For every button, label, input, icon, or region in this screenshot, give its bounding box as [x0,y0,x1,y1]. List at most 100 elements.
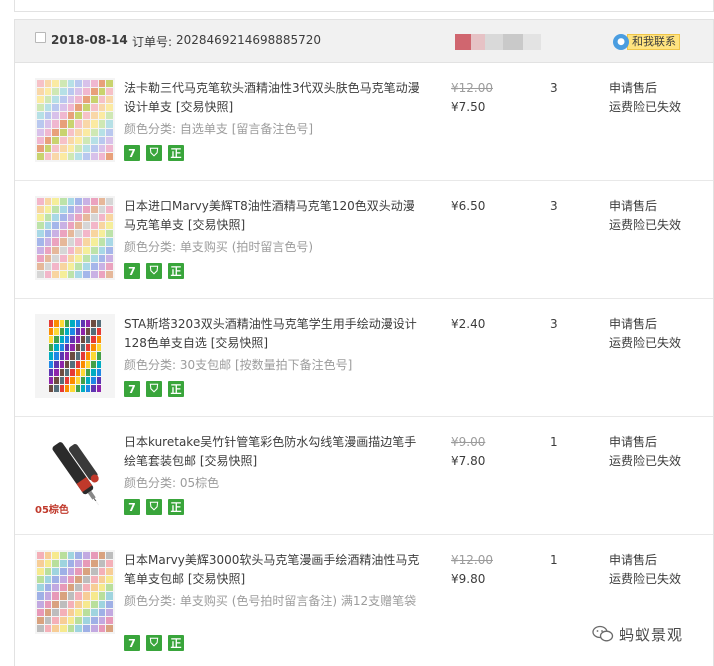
buyer-protection-icon[interactable]: ⛉ [146,381,162,397]
request-after-sales-link[interactable]: 申请售后 [609,315,689,334]
trade-snapshot-link[interactable]: [交易快照] [188,218,245,232]
genuine-guarantee-icon[interactable]: 正 [168,499,184,515]
color-swatch [98,576,106,584]
product-title-link[interactable]: 日本kuretake吴竹针管笔彩色防水勾线笔漫画描边笔手绘笔套装包邮 [交易快照… [124,433,422,471]
order-item-row: 05棕色 日本kuretake吴竹针管笔彩色防水勾线笔漫画描边笔手绘笔套装包邮 … [15,417,713,535]
color-swatch [37,254,44,262]
color-swatch [83,600,90,608]
product-title-link[interactable]: STA斯塔3203双头酒精油性马克笔学生用手绘动漫设计128色单支自选 [交易快… [124,315,422,353]
color-swatch [52,552,60,560]
color-swatch [52,262,60,270]
color-swatch [60,560,67,568]
color-swatch [98,144,106,152]
genuine-guarantee-icon[interactable]: 正 [168,635,184,651]
product-title-link[interactable]: 法卡勒三代马克笔软头酒精油性3代双头肤色马克笔动漫设计单支 [交易快照] [124,79,422,117]
paid-price: ¥9.80 [451,572,486,586]
color-swatch [54,336,59,344]
order-select-checkbox[interactable] [35,32,46,43]
color-swatch [44,230,52,238]
color-swatch [44,600,52,608]
color-swatch [98,616,106,624]
color-swatch [60,144,67,152]
color-swatch [44,246,52,254]
product-title[interactable]: 日本进口Marvy美辉T8油性酒精马克笔120色双头动漫马克笔单支 [124,199,415,232]
genuine-guarantee-icon[interactable]: 正 [168,263,184,279]
genuine-guarantee-icon[interactable]: 正 [168,381,184,397]
buyer-protection-icon[interactable]: ⛉ [146,263,162,279]
buyer-protection-icon[interactable]: ⛉ [146,499,162,515]
color-swatch [67,584,75,592]
product-title[interactable]: STA斯塔3203双头酒精油性马克笔学生用手绘动漫设计128色单支自选 [124,317,417,350]
color-swatch [44,152,52,160]
original-price: ¥12.00 [451,81,493,95]
color-swatch [106,206,113,214]
seven-day-return-icon[interactable]: 7 [124,381,140,397]
contact-seller-button[interactable]: ● 和我联系 [613,33,680,51]
color-swatch [75,254,83,262]
buyer-protection-icon[interactable]: ⛉ [146,145,162,161]
genuine-guarantee-icon[interactable]: 正 [168,145,184,161]
trade-snapshot-link[interactable]: [交易快照] [200,454,257,468]
color-swatch [90,254,98,262]
chat-bubble-icon: ● [613,34,629,50]
shipping-insurance-status: 运费险已失效 [609,572,682,586]
color-swatch [44,80,52,88]
product-thumbnail[interactable] [35,78,115,162]
color-swatch [75,568,83,576]
color-swatch [52,112,60,120]
trade-snapshot-link[interactable]: [交易快照] [188,572,245,586]
product-thumbnail[interactable] [35,550,115,634]
request-after-sales-link[interactable]: 申请售后 [609,197,689,216]
color-swatch [67,608,75,616]
color-swatch [64,328,70,336]
color-swatch [75,230,83,238]
color-swatch [98,246,106,254]
seven-day-return-icon[interactable]: 7 [124,499,140,515]
color-swatch [106,608,113,616]
color-swatch [75,368,80,376]
color-swatch [106,128,113,136]
color-swatch [83,144,90,152]
color-swatch [54,360,59,368]
color-swatch [60,238,67,246]
color-swatch [83,584,90,592]
product-thumbnail[interactable] [35,314,115,398]
color-swatch [90,80,98,88]
trade-snapshot-link[interactable]: [交易快照] [176,100,233,114]
request-after-sales-link[interactable]: 申请售后 [609,551,689,570]
seller-name-blurred[interactable] [455,34,541,50]
item-actions: 申请售后 运费险已失效 [609,433,689,471]
color-swatch [67,238,75,246]
color-swatch [37,560,44,568]
buyer-protection-icon[interactable]: ⛉ [146,635,162,651]
product-title[interactable]: 日本kuretake吴竹针管笔彩色防水勾线笔漫画描边笔手绘笔套装包邮 [124,435,416,468]
seven-day-return-icon[interactable]: 7 [124,145,140,161]
request-after-sales-link[interactable]: 申请售后 [609,433,689,452]
color-swatch [91,368,96,376]
color-swatch [37,136,44,144]
request-after-sales-link[interactable]: 申请售后 [609,79,689,98]
color-swatch [98,624,106,632]
color-swatch [52,608,60,616]
product-title[interactable]: 日本Marvy美辉3000软头马克笔漫画手绘酒精油性马克笔单支包邮 [124,553,419,586]
sku-info: 颜色分类: 05棕色 [124,474,424,492]
product-title-link[interactable]: 日本进口Marvy美辉T8油性酒精马克笔120色双头动漫马克笔单支 [交易快照] [124,197,422,235]
color-swatch [80,336,86,344]
product-title[interactable]: 法卡勒三代马克笔软头酒精油性3代双头肤色马克笔动漫设计单支 [124,81,420,114]
color-swatch [67,144,75,152]
product-thumbnail[interactable]: 05棕色 [35,432,115,516]
color-swatch [60,112,67,120]
color-swatch [96,376,101,384]
color-swatch [70,320,75,328]
color-swatch [60,576,67,584]
trade-snapshot-link[interactable]: [交易快照] [211,336,268,350]
color-swatch [67,104,75,112]
seven-day-return-icon[interactable]: 7 [124,263,140,279]
color-swatch [106,238,113,246]
color-swatch [70,384,75,392]
seven-day-return-icon[interactable]: 7 [124,635,140,651]
color-swatch [75,552,83,560]
product-thumbnail[interactable] [35,196,115,280]
sku-note: [留言备注色号] [231,122,314,136]
product-title-link[interactable]: 日本Marvy美辉3000软头马克笔漫画手绘酒精油性马克笔单支包邮 [交易快照] [124,551,422,589]
